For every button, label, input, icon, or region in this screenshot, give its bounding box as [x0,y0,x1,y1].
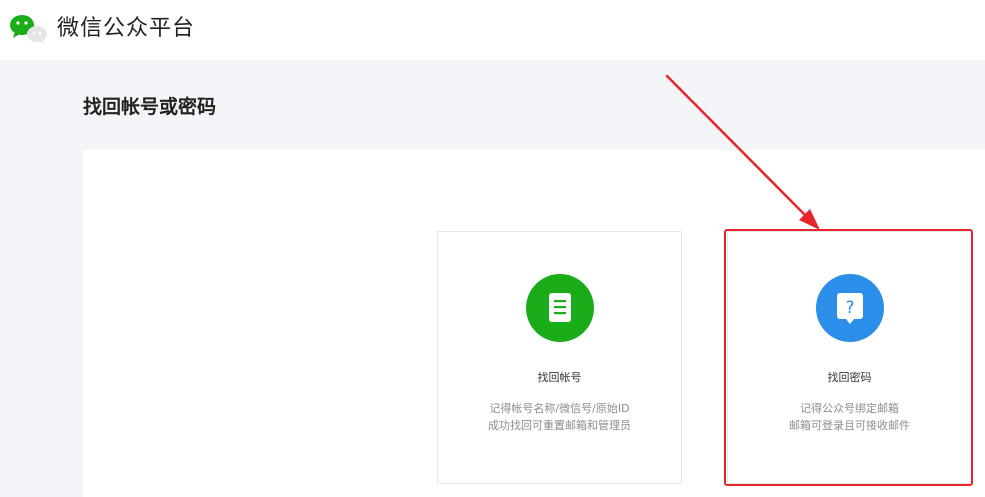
wechat-logo-icon[interactable] [8,12,52,46]
recover-account-title: 找回帐号 [537,371,582,384]
recover-account-card[interactable]: 找回帐号 记得帐号名称/微信号/原始ID 成功找回可重置邮箱和管理员 [437,231,682,484]
recover-account-description: 记得帐号名称/微信号/原始ID 成功找回可重置邮箱和管理员 [438,400,681,434]
recover-password-card[interactable]: ? 找回密码 记得公众号绑定邮箱 邮箱可登录且可接收邮件 [727,231,972,484]
recover-password-description: 记得公众号绑定邮箱 邮箱可登录且可接收邮件 [728,400,971,434]
svg-text:?: ? [845,298,854,318]
question-bubble-icon: ? [816,274,884,342]
recover-account-desc-line1: 记得帐号名称/微信号/原始ID [489,402,630,415]
recover-password-desc-line1: 记得公众号绑定邮箱 [800,402,899,415]
page-title: 找回帐号或密码 [83,96,217,118]
document-icon [526,274,594,342]
top-bar: 微信公众平台 [0,0,985,60]
recover-account-desc-line2: 成功找回可重置邮箱和管理员 [488,419,631,432]
recover-password-title: 找回密码 [827,371,872,384]
recover-password-desc-line2: 邮箱可登录且可接收邮件 [789,419,910,432]
app-title[interactable]: 微信公众平台 [57,14,195,44]
